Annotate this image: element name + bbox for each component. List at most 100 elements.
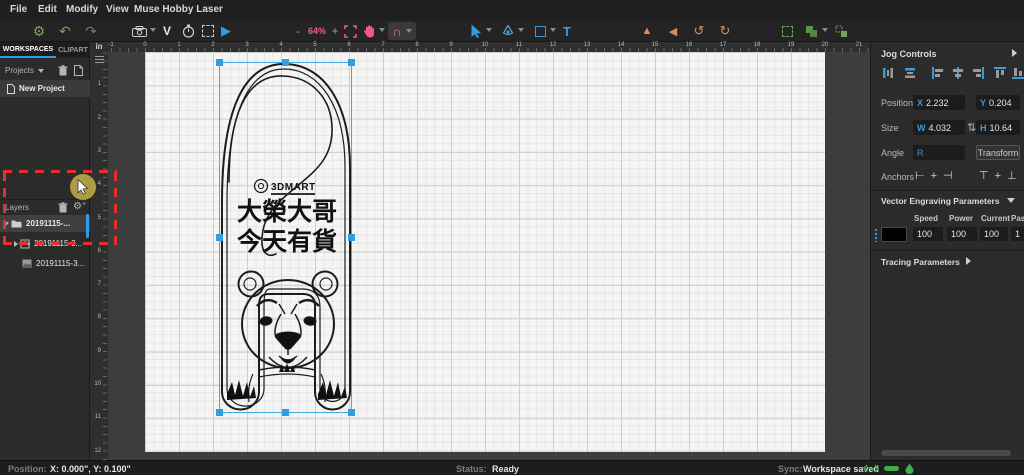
param-speed-field[interactable]: 100 (913, 227, 943, 241)
transform-button[interactable]: Transform (976, 145, 1020, 160)
top-ruler-number: 5 (313, 42, 317, 48)
align-left-icon[interactable] (931, 66, 945, 80)
param-row-drag-handle[interactable] (874, 228, 879, 242)
delete-layer-trash-icon[interactable] (58, 202, 68, 213)
new-project-page-icon[interactable] (74, 65, 83, 76)
layer-row-folder[interactable]: 20191115-... (0, 215, 90, 232)
x-value: 2.232 (926, 97, 949, 108)
tab-workspaces[interactable]: WORKSPACES (0, 42, 56, 58)
timer-icon[interactable] (180, 22, 196, 40)
vector-engraving-params-header[interactable]: Vector Engraving Parameters (881, 196, 1000, 206)
param-power-field[interactable]: 100 (947, 227, 977, 241)
layer-row-image[interactable]: 20191115-3... (0, 255, 90, 272)
right-sidebar: Jog Controls Position X 2.232 Y 0.204 Size… (870, 42, 1024, 460)
select-pointer-icon[interactable] (468, 22, 484, 40)
param-color-swatch[interactable] (881, 227, 907, 242)
tracing-expand-icon[interactable] (966, 257, 971, 265)
undo-icon[interactable]: ↶ (56, 22, 74, 40)
left-ruler-number: 3 (97, 147, 101, 154)
delete-project-trash-icon[interactable] (58, 65, 68, 76)
left-ruler-number: 6 (97, 247, 101, 254)
snap-magnet-tool[interactable]: ∩ (388, 22, 416, 40)
marquee-select-icon[interactable] (778, 22, 796, 40)
param-current-field[interactable]: 100 (980, 227, 1008, 241)
vertical-ruler: 1 2 3 4 5 6 7 8 9 10 11 12 (90, 52, 108, 460)
position-y-field[interactable]: Y 0.204 (976, 95, 1020, 110)
position-x-field[interactable]: X 2.232 (913, 95, 965, 110)
tracing-params-header[interactable]: Tracing Parameters (881, 257, 960, 267)
water-flow-droplet-icon (905, 463, 914, 474)
anchor-horizontal-icons[interactable]: ⊢+⊣ (915, 169, 959, 182)
menu-edit[interactable]: Edit (38, 4, 57, 15)
menu-modify[interactable]: Modify (66, 4, 98, 15)
shape-dropdown-caret[interactable] (550, 28, 556, 32)
flip-vertical-icon[interactable]: ▲ (638, 22, 656, 40)
size-w-field[interactable]: W 4.032 (913, 120, 965, 135)
pan-dropdown-caret[interactable] (379, 28, 385, 32)
vep-collapse-icon[interactable] (1007, 198, 1015, 203)
flip-horizontal-icon[interactable]: ◀ (664, 22, 682, 40)
design-bear (227, 270, 347, 403)
canvas-viewport[interactable]: 3DMART 大榮大哥 今天有貨 (108, 52, 870, 460)
vector-tool-icon[interactable]: V (160, 22, 174, 40)
zoom-fit-icon[interactable] (342, 22, 358, 40)
projects-header-row: Projects (0, 64, 90, 78)
design-logo: 3DMART (253, 178, 315, 195)
settings-gear-icon[interactable]: ⚙ (30, 22, 48, 40)
tab-clipart[interactable]: CLIPART (56, 42, 90, 58)
aspect-link-icon[interactable]: ⇅ (967, 121, 976, 134)
camera-dropdown-caret[interactable] (150, 28, 156, 32)
main-toolbar: ⚙ ↶ ↷ V ▶ - 64% + ∩ T ▲ ◀ ↺ ↻ (0, 20, 1024, 42)
pen-dropdown-caret[interactable] (518, 28, 524, 32)
align-center-vertical-icon[interactable] (951, 66, 965, 80)
distribute-horizontal-icon[interactable] (881, 66, 895, 80)
col-header-speed: Speed (914, 214, 939, 223)
text-tool-icon[interactable]: T (560, 22, 574, 40)
top-ruler-number: 11 (515, 42, 523, 48)
zoom-in-button[interactable]: + (330, 22, 340, 40)
jog-controls-header[interactable]: Jog Controls (881, 49, 937, 59)
menu-bar: File Edit Modify View Muse Hobby Laser (0, 0, 1024, 20)
camera-icon[interactable] (130, 22, 148, 40)
left-ruler-number: 11 (94, 414, 101, 421)
menu-file[interactable]: File (10, 4, 27, 15)
distribute-vertical-icon[interactable] (903, 66, 917, 80)
zoom-level-value[interactable]: 64% (304, 22, 330, 40)
param-passes-field[interactable]: 1 (1011, 227, 1024, 241)
anchor-vertical-icons[interactable]: ⊤+⊥ (979, 169, 1023, 182)
left-ruler-number: 8 (97, 314, 101, 321)
jog-controls-expand-icon[interactable] (1012, 49, 1017, 57)
add-layer-gear-icon[interactable]: ⚙+ (73, 201, 86, 212)
pen-tool-icon[interactable] (500, 22, 516, 40)
shape-rect-tool-icon[interactable] (532, 22, 548, 40)
project-item-new-project[interactable]: New Project (0, 80, 90, 97)
align-top-icon[interactable] (993, 66, 1007, 80)
design-door-hanger[interactable]: 3DMART 大榮大哥 今天有貨 (216, 59, 355, 416)
col-header-passes: Passes (1011, 214, 1024, 223)
ruler-menu-icon[interactable] (95, 56, 104, 63)
group-dropdown-caret[interactable] (822, 28, 828, 32)
zoom-out-button[interactable]: - (293, 22, 303, 40)
frame-job-icon[interactable] (200, 22, 216, 40)
magnet-dropdown-caret[interactable] (405, 29, 412, 33)
panel-horizontal-scrollbar[interactable] (881, 450, 1011, 456)
align-right-icon[interactable] (971, 66, 985, 80)
group-objects-icon[interactable] (802, 22, 820, 40)
redo-icon[interactable]: ↷ (82, 22, 100, 40)
menu-view[interactable]: View (106, 4, 129, 15)
select-dropdown-caret[interactable] (486, 28, 492, 32)
statusbar-position-label: Position: (8, 464, 47, 474)
top-ruler-number: 18 (753, 42, 761, 48)
top-ruler-number: -1 (108, 42, 114, 48)
align-bottom-icon[interactable] (1011, 66, 1024, 80)
size-h-field[interactable]: H 10.64 (976, 120, 1020, 135)
angle-r-field[interactable]: R (913, 145, 965, 160)
layers-scrollbar-thumb[interactable] (86, 214, 89, 238)
rotate-ccw-icon[interactable]: ↺ (690, 22, 708, 40)
menu-muse-hobby-laser[interactable]: Muse Hobby Laser (134, 4, 223, 15)
rotate-cw-icon[interactable]: ↻ (716, 22, 734, 40)
projects-dropdown-caret[interactable] (38, 69, 44, 73)
run-job-play-icon[interactable]: ▶ (218, 22, 234, 40)
pan-hand-icon[interactable] (361, 22, 377, 40)
ungroup-objects-icon[interactable] (832, 22, 850, 40)
